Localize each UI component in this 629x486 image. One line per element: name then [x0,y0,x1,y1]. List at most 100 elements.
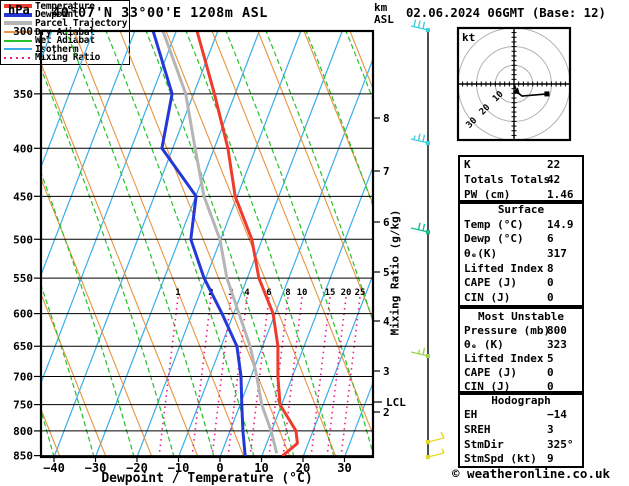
table-row-value: −14 [547,408,567,421]
table-row-label: Temp (°C) [464,218,524,231]
hodograph-trace-end [544,91,549,96]
wet-adiabat-line [0,31,14,457]
table-row-value: 317 [547,247,567,260]
pressure-tick-label: 750 [13,399,33,412]
mixing-ratio-value-label: 25 [355,288,366,298]
table-row-value: 323 [547,338,567,351]
hodograph-ring-label: 30 [465,116,480,131]
x-axis-label: Dewpoint / Temperature (°C) [41,471,373,486]
mixing-ratio-value-label: 10 [297,288,308,298]
hodograph: 102030 [458,28,570,140]
table-row-label: θₑ (K) [464,338,504,351]
wind-barb-feather [419,134,421,141]
dry-adiabat-line [580,31,629,457]
mixing-ratio-value-label: 8 [285,288,290,298]
table-row-label: SREH [464,423,491,436]
table-row-label: CAPE (J) [464,276,517,289]
table-row: CAPE (J)0 [460,276,582,289]
plot-border [41,31,373,457]
table-row: Temp (°C) 14.9 [460,218,582,231]
table-row: Dewp (°C)6 [460,232,582,245]
table-row: StmDir 325° [460,438,582,451]
wind-barb-feather [423,224,425,231]
mixing-ratio-line [192,297,211,457]
table-row-value: 3 [547,423,554,436]
mixing-ratio-line [159,297,178,457]
hodograph-ring-label: 10 [491,89,506,104]
pressure-tick-label: 700 [13,370,33,383]
wind-barb-feather [423,348,425,355]
isotherm-line [303,31,467,457]
table-row-value: 9 [547,452,554,465]
km-tick-label: 7 [383,165,390,178]
mixing-ratio-value-label: 1 [175,288,180,298]
wet-adiabat-line [106,31,254,457]
table-row-value: 800 [547,324,567,337]
mixing-ratio-value-label: 4 [244,288,250,298]
table-row: Totals Totals42 [460,173,582,186]
mixing-ratio-value-label: 15 [325,288,336,298]
pressure-tick-label: 300 [13,25,33,38]
table-row-value: 42 [547,173,560,186]
wind-barb-shaft [411,228,428,232]
table-row: SREH 3 [460,423,582,436]
table-row: StmSpd (kt) 9 [460,452,582,465]
table-row-value: 0 [547,366,554,379]
pressure-tick-label: 550 [13,272,33,285]
table-row-value: 22 [547,158,560,171]
datetime-label: 02.06.2024 06GMT (Base: 12) [406,6,606,20]
wind-barb-feather [423,135,425,142]
wind-barb-shaft [428,438,444,442]
wind-barb-shaft [428,453,444,457]
isotherm-line [220,31,384,457]
stats-table: K22Totals Totals42PW (cm)1.46 [458,155,584,204]
wind-barb-shaft [411,352,428,356]
wind-barb-feather [442,449,444,453]
wind-barb-feather [414,136,415,140]
stats-table: HodographEH−14SREH3StmDir325°StmSpd (kt)… [458,391,584,468]
dewpoint-curve [153,31,245,456]
table-row: θₑ (K) 323 [460,338,582,351]
km-tick-label: 8 [383,112,390,125]
wind-barb-feather [441,432,444,438]
pressure-tick-label: 450 [13,190,33,203]
mixing-ratio-line [250,297,269,457]
wind-barb [411,348,430,358]
table-row-value: 8 [547,262,554,275]
table-row-value: 325° [547,438,574,451]
wind-barb-feather [419,21,421,28]
table-row: θₑ(K)317 [460,247,582,260]
stats-table: Most UnstablePressure (mb)800θₑ (K)323Li… [458,307,584,395]
altitude-unit-asl: ASL [374,13,394,26]
dry-adiabat-line [258,31,428,457]
table-row-value: 14.9 [547,218,574,231]
mixing-ratio-line [327,297,346,457]
table-row-label: Totals Totals [464,173,550,186]
lcl-label: LCL [386,396,406,409]
table-row-value: 5 [547,352,554,365]
station-title: 40°07'N 33°00'E 1208m ASL [10,5,310,21]
dry-adiabat-line [212,31,382,457]
table-title: Hodograph [460,394,582,407]
mixing-ratio-line [212,297,231,457]
dry-adiabat-line [0,31,14,457]
table-row-label: K [464,158,471,171]
table-row-label: StmSpd (kt) [464,452,537,465]
table-row-label: Pressure (mb) [464,324,550,337]
table-row-label: Lifted Index [464,352,543,365]
altitude-axis-unit: km ASL [374,2,394,26]
wind-barb [411,134,430,146]
pressure-tick-label: 650 [13,340,33,353]
table-row: CIN (J)0 [460,291,582,304]
table-row-value: 6 [547,232,554,245]
table-row-label: EH [464,408,477,421]
temperature-curve [197,31,297,456]
wind-barb-feather [419,350,420,354]
table-row-label: StmDir [464,438,504,451]
table-row-label: CAPE (J) [464,366,517,379]
table-row: K 22 [460,158,582,171]
isotherm-line [0,31,10,457]
table-title: Surface [460,203,582,216]
mixing-ratio-value-label: 20 [341,288,352,298]
mixing-ratio-axis-label: Mixing Ratio (g/kg) [389,208,402,338]
